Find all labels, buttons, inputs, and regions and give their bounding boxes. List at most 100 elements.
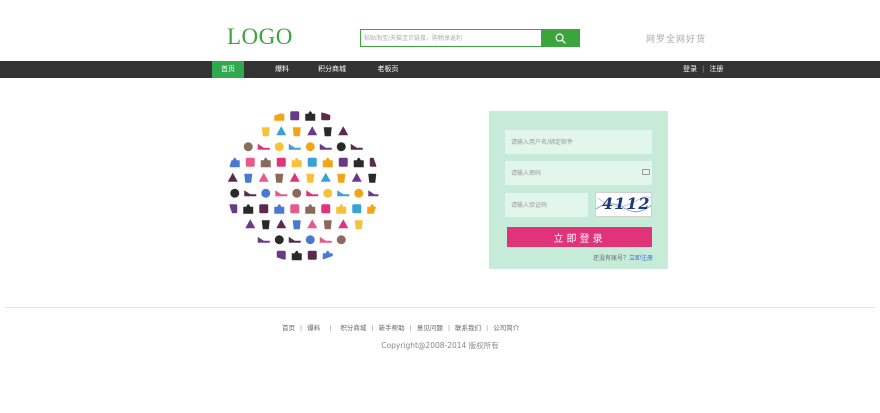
- globe-product-icon: [352, 204, 362, 214]
- globe-product-icon: [276, 126, 287, 136]
- globe-product-icon: [291, 157, 302, 168]
- globe-product-icon: [323, 188, 333, 198]
- globe-product-icon: [350, 143, 363, 150]
- footer-link-feedback[interactable]: 意见问题: [417, 324, 443, 332]
- footer-divider: [5, 307, 875, 308]
- globe-product-icon: [338, 157, 348, 167]
- logo[interactable]: LOGO: [227, 24, 293, 50]
- globe-product-icon: [354, 188, 364, 198]
- captcha-image[interactable]: 4112: [595, 192, 652, 217]
- globe-product-icon: [319, 143, 332, 150]
- globe-product-icon: [257, 236, 270, 243]
- globe-product-icon: [276, 157, 286, 167]
- globe-product-icon: [276, 250, 286, 260]
- globe-product-icon: [307, 157, 317, 167]
- footer-link-baoliao[interactable]: 爆料: [307, 324, 320, 332]
- globe-product-icon: [337, 173, 346, 183]
- globe-product-icon: [244, 190, 257, 197]
- globe-product-icon: [244, 173, 253, 183]
- globe-product-icon: [290, 204, 300, 214]
- globe-product-icon: [306, 173, 315, 183]
- globe-product-icon: [307, 219, 318, 229]
- footer-link-contact[interactable]: 联系我们: [455, 324, 481, 332]
- globe-product-icon: [257, 143, 270, 150]
- search-icon: [555, 33, 566, 44]
- globe-product-icon: [276, 219, 287, 229]
- globe-product-icon: [261, 127, 270, 137]
- footer-link-help[interactable]: 新手帮助: [379, 324, 405, 332]
- footer-link-home[interactable]: 首页: [282, 324, 295, 332]
- footer-separator: |: [486, 324, 489, 332]
- globe-product-icon: [368, 190, 379, 197]
- search-box: [360, 29, 580, 47]
- main-nav: 首页 爆料 积分商城 老板页 登录 | 注册: [0, 61, 880, 78]
- globe-product-icon: [336, 235, 346, 245]
- globe-product-icon: [319, 236, 332, 243]
- globe-product-icon: [274, 204, 285, 214]
- globe-product-icon: [230, 188, 240, 198]
- globe-product-icon: [291, 250, 302, 261]
- footer-separator: |: [329, 324, 332, 332]
- login-panel: 4112 立即登录 还没有账号？立即注册: [489, 111, 668, 269]
- globe-product-icon: [228, 204, 238, 214]
- footer-link-points-mall[interactable]: 积分商城: [340, 324, 366, 332]
- globe-product-icon: [288, 236, 301, 243]
- nav-login-link[interactable]: 登录: [683, 65, 697, 73]
- globe-product-icon: [290, 111, 300, 121]
- slogan: 网罗全网好货: [646, 35, 707, 45]
- globe-product-icon: [368, 173, 377, 183]
- footer-separator: |: [409, 324, 412, 332]
- login-button[interactable]: 立即登录: [507, 227, 652, 247]
- globe-product-icon: [337, 190, 350, 197]
- globe-product-icon: [306, 190, 319, 197]
- globe-product-icon: [353, 157, 364, 168]
- no-account-text: 还没有账号？: [592, 255, 629, 262]
- globe-product-icon: [227, 172, 238, 182]
- globe-product-icon: [289, 172, 300, 182]
- footer-link-about[interactable]: 公司简介: [493, 324, 519, 332]
- globe-product-icon: [229, 157, 240, 168]
- globe-product-icon: [307, 126, 318, 136]
- nav-separator: |: [702, 65, 705, 73]
- footer-separator: |: [371, 324, 374, 332]
- globe-product-icon: [336, 142, 346, 152]
- globe-product-icon: [258, 172, 269, 182]
- keyboard-icon[interactable]: [642, 169, 650, 175]
- globe-product-icon: [338, 219, 349, 229]
- globe-product-icon: [275, 190, 288, 197]
- globe-product-icon: [292, 127, 301, 137]
- nav-boss-page[interactable]: 老板页: [370, 61, 406, 78]
- globe-product-icon: [321, 204, 331, 214]
- globe-product-icon: [307, 250, 317, 260]
- captcha-input[interactable]: [505, 193, 588, 217]
- globe-product-icon: [243, 204, 254, 214]
- globe-product-icon: [261, 188, 271, 198]
- globe-product-icon: [323, 127, 332, 137]
- globe-product-icon: [320, 172, 331, 182]
- globe-product-icon: [274, 235, 284, 245]
- nav-baoliao[interactable]: 爆料: [266, 61, 298, 78]
- globe-product-icon: [305, 111, 316, 121]
- globe-product-icon: [322, 250, 333, 261]
- globe-product-icon: [292, 188, 302, 198]
- search-button[interactable]: [541, 30, 579, 46]
- globe-product-icon: [274, 111, 285, 121]
- copyright: Copyright@2008-2014 版权所有: [381, 341, 499, 350]
- username-input[interactable]: [505, 130, 652, 154]
- register-link[interactable]: 立即注册: [629, 255, 653, 262]
- nav-home[interactable]: 首页: [212, 61, 244, 78]
- nav-account: 登录 | 注册: [683, 61, 723, 78]
- nav-register-link[interactable]: 注册: [709, 65, 723, 73]
- globe-product-icon: [260, 157, 271, 168]
- password-input[interactable]: [505, 161, 652, 185]
- captcha-text: 4112: [602, 194, 651, 213]
- globe-product-icon: [292, 220, 301, 230]
- globe-product-icon: [369, 157, 379, 167]
- search-input[interactable]: [361, 30, 540, 46]
- globe-product-icon: [367, 204, 378, 214]
- footer-separator: |: [300, 324, 303, 332]
- globe-product-icon: [245, 157, 255, 167]
- nav-points-mall[interactable]: 积分商城: [312, 61, 352, 78]
- globe-product-icon: [321, 111, 331, 121]
- globe-product-icon: [288, 143, 301, 150]
